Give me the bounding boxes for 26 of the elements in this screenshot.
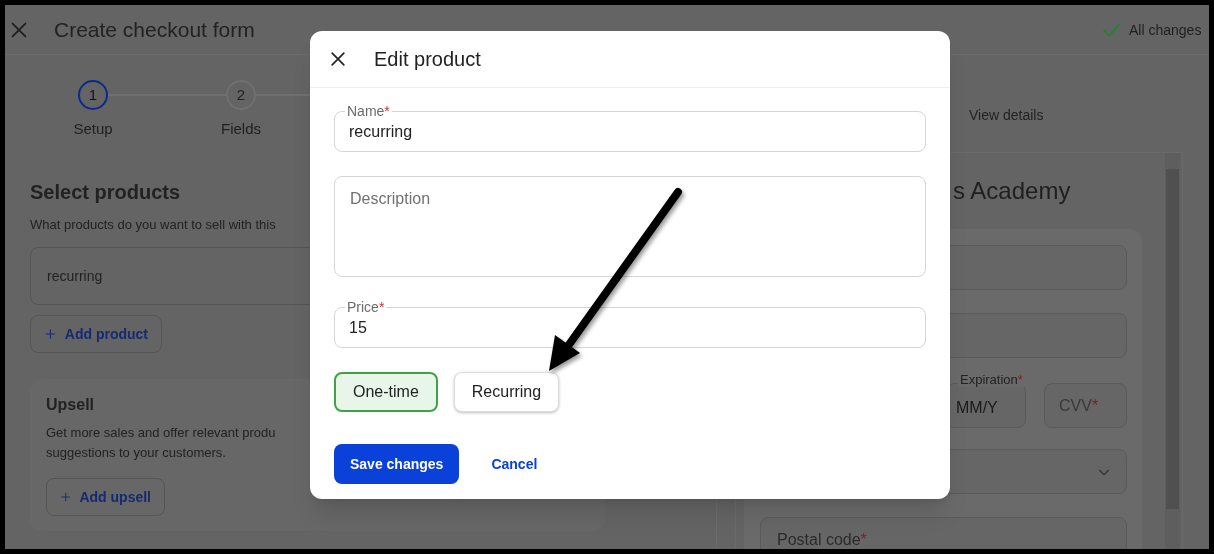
add-button[interactable]: Add upsell [46, 478, 165, 516]
card-text: Get more sales and offer relevant produ [46, 424, 276, 442]
plus-icon [44, 327, 57, 341]
postal-code-field[interactable]: Postal code* [760, 517, 1127, 549]
card-title: Upsell [46, 395, 94, 415]
plus-icon [60, 490, 72, 504]
close-icon [328, 49, 348, 69]
cancel-link[interactable]: Cancel [491, 453, 538, 475]
section-title: Select products [30, 179, 181, 205]
scrollbar[interactable] [1165, 153, 1180, 549]
name-field[interactable]: Name* recurring [334, 104, 926, 152]
save-status: All changes [1129, 20, 1202, 40]
step-label: Fields [221, 119, 261, 139]
section-subtitle: What products do you want to sell with this [30, 215, 276, 234]
description-field[interactable]: Description [334, 176, 926, 277]
add-button[interactable]: Add product [30, 315, 162, 353]
dialog-title: Edit product [374, 47, 481, 72]
preview-heading: s Academy [953, 176, 1071, 206]
option-button[interactable]: Recurring [453, 372, 560, 412]
save-button[interactable]: Save changes [334, 444, 460, 484]
page-title: Create checkout form [54, 16, 255, 43]
field-label: Expiration* [958, 373, 1025, 387]
preview-tab[interactable]: View details [969, 105, 1044, 126]
option-button[interactable]: One-time [334, 372, 438, 412]
card-text: suggestions to your customers. [46, 444, 226, 462]
step-label: Setup [73, 119, 113, 139]
